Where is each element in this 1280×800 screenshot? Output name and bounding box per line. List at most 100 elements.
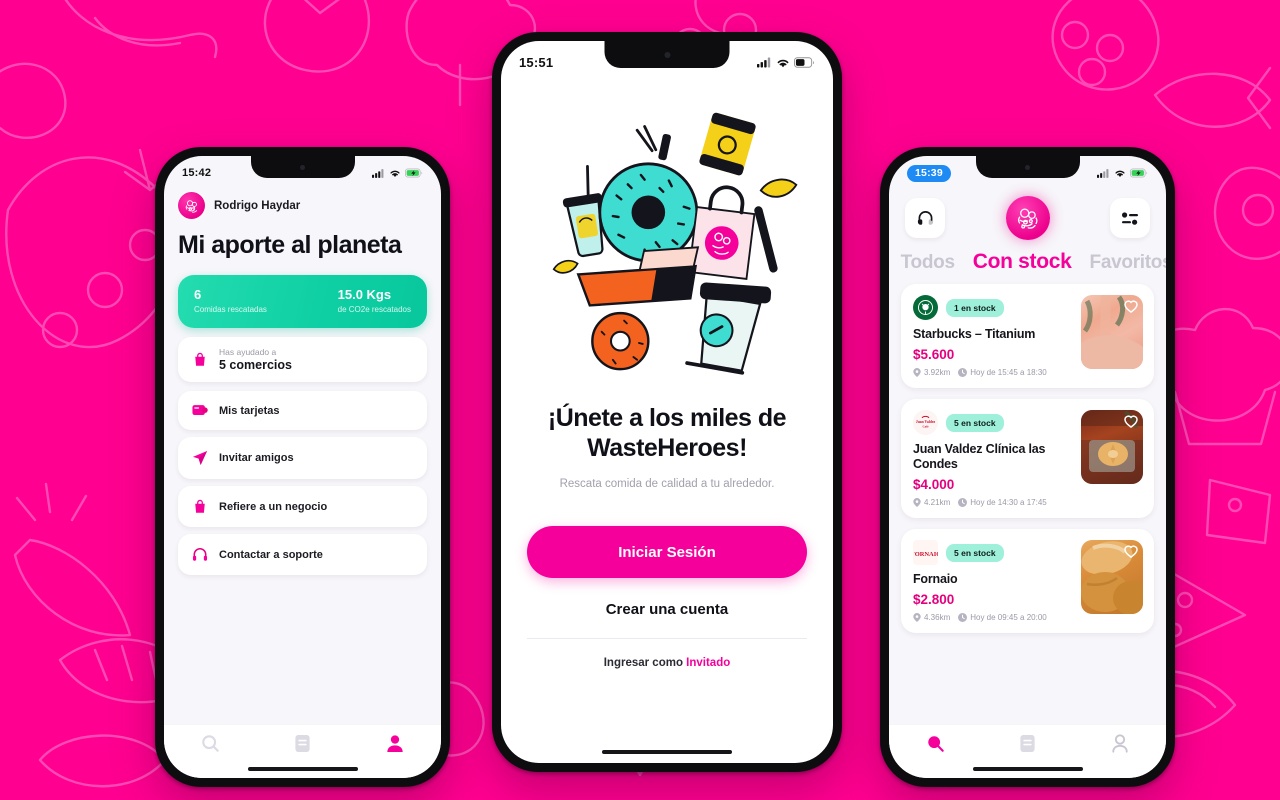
status-time-recording-pill: 15:39 xyxy=(907,164,951,182)
tab-search[interactable] xyxy=(201,734,220,758)
deal-meta: 4.36km Hoy de 09:45 a 20:00 xyxy=(913,613,1072,622)
home-indicator xyxy=(602,750,732,754)
filter-button[interactable] xyxy=(1110,198,1150,238)
screen-listing: 15:39 Todos Con stock Favoritos 1 en sto… xyxy=(889,156,1166,778)
menu-item-refer-business[interactable]: Refiere a un negocio xyxy=(178,486,427,528)
onboarding-headline: ¡Únete a los miles de WasteHeroes! xyxy=(547,404,787,462)
tab-profile[interactable] xyxy=(1111,734,1129,758)
pin-icon xyxy=(913,368,921,377)
fornaio-product-photo xyxy=(1081,540,1143,614)
tab-orders[interactable] xyxy=(294,734,311,758)
camera-icon xyxy=(1025,164,1030,170)
login-button[interactable]: Iniciar Sesión xyxy=(527,526,807,578)
guest-link[interactable]: Invitado xyxy=(686,657,730,669)
deal-price: $5.600 xyxy=(913,347,955,362)
clock-icon xyxy=(958,368,968,377)
deal-price: $4.000 xyxy=(913,477,955,492)
stat-co2-value: 15.0 Kgs xyxy=(337,287,392,302)
home-indicator xyxy=(972,767,1083,771)
phone-left-profile: 15:42 Rodrigo Haydar Mi aporte al planet… xyxy=(155,147,450,787)
stat-co2: 15.0 Kgs de CO2e rescatados xyxy=(337,287,411,315)
send-icon xyxy=(191,450,208,466)
headset-icon xyxy=(917,211,933,225)
heart-icon[interactable] xyxy=(1124,415,1138,433)
tab-con-stock[interactable]: Con stock xyxy=(973,250,1072,274)
heart-icon[interactable] xyxy=(1124,300,1138,318)
clock-icon xyxy=(958,613,968,622)
tab-profile[interactable] xyxy=(386,734,404,758)
guest-login-row[interactable]: Ingresar como Invitado xyxy=(527,657,807,669)
deals-list: 1 en stock Starbucks – Titanium $5.600 3… xyxy=(889,274,1166,724)
deal-name: Starbucks – Titanium xyxy=(913,327,1036,341)
wifi-icon xyxy=(390,170,400,178)
deal-window: Hoy de 09:45 a 20:00 xyxy=(958,613,1047,622)
deal-price: $2.800 xyxy=(913,592,955,607)
card-icon xyxy=(191,404,208,417)
helped-text: Has ayudado a 5 comercios xyxy=(219,347,292,372)
deal-distance: 4.36km xyxy=(913,613,950,622)
stock-badge: 1 en stock xyxy=(946,298,1004,317)
deal-window: Hoy de 14:30 a 17:45 xyxy=(958,498,1047,507)
battery-charging-icon xyxy=(1130,168,1148,178)
notch xyxy=(604,41,730,68)
tab-todos[interactable]: Todos xyxy=(901,252,955,274)
menu-item-cards[interactable]: Mis tarjetas xyxy=(178,391,427,431)
create-account-button[interactable]: Crear una cuenta xyxy=(527,601,807,639)
bag-icon xyxy=(191,352,208,367)
cellular-icon xyxy=(757,57,771,67)
stat-co2-label: de CO2e rescatados xyxy=(337,305,411,315)
deal-window: Hoy de 15:45 a 18:30 xyxy=(958,368,1047,377)
onboarding-subtitle: Rescata comida de calidad a tu alrededor… xyxy=(559,478,775,490)
deal-card[interactable]: Juan Valdez Café 5 en stock Juan Valdez C… xyxy=(901,399,1154,518)
helped-card[interactable]: Has ayudado a 5 comercios xyxy=(178,337,427,383)
user-row[interactable]: Rodrigo Haydar xyxy=(178,192,427,219)
svg-text:FORNAIO: FORNAIO xyxy=(914,550,938,557)
deal-meta: 4.21km Hoy de 14:30 a 17:45 xyxy=(913,498,1072,507)
food-items-illustration xyxy=(527,81,807,381)
menu-item-label: Invitar amigos xyxy=(219,452,294,465)
deal-meta: 3.92km Hoy de 15:45 a 18:30 xyxy=(913,368,1072,377)
deal-card[interactable]: FORNAIO 5 en stock Fornaio $2.800 4.36km xyxy=(901,529,1154,633)
tab-favoritos[interactable]: Favoritos xyxy=(1090,252,1166,274)
status-icons xyxy=(372,168,423,178)
menu-list: Mis tarjetas Invitar amigos Refiere a un… xyxy=(178,391,427,576)
filter-sliders-icon xyxy=(1122,211,1138,225)
menu-item-invite-friends[interactable]: Invitar amigos xyxy=(178,437,427,480)
starbucks-product-photo xyxy=(1081,295,1143,369)
headset-icon xyxy=(191,547,208,562)
notch xyxy=(250,156,355,178)
stat-meals: 6 Comidas rescatadas xyxy=(194,287,267,314)
deal-info: Juan Valdez Café 5 en stock Juan Valdez C… xyxy=(913,410,1072,507)
guest-prefix: Ingresar como xyxy=(603,657,687,669)
status-time: 15:42 xyxy=(182,167,212,179)
onboarding-body: ¡Únete a los miles de WasteHeroes! Resca… xyxy=(501,77,833,763)
support-button[interactable] xyxy=(905,198,945,238)
deal-info: 1 en stock Starbucks – Titanium $5.600 3… xyxy=(913,295,1072,377)
tab-search[interactable] xyxy=(926,734,945,758)
deal-header: FORNAIO 5 en stock xyxy=(913,540,1072,565)
status-time: 15:51 xyxy=(519,54,554,70)
screen-onboarding: 15:51 ¡Únete a los miles de WasteHeroes!… xyxy=(501,41,833,763)
deal-name: Fornaio xyxy=(913,572,958,586)
clock-icon xyxy=(958,498,968,507)
user-name: Rodrigo Haydar xyxy=(214,199,301,212)
deal-distance: 4.21km xyxy=(913,498,950,507)
battery-charging-icon xyxy=(405,168,423,178)
wifi-icon xyxy=(777,59,789,67)
deal-distance: 3.92km xyxy=(913,368,950,377)
phone-center-onboarding: 15:51 ¡Únete a los miles de WasteHeroes!… xyxy=(492,32,842,772)
cellular-icon xyxy=(1097,168,1109,178)
deal-card[interactable]: 1 en stock Starbucks – Titanium $5.600 3… xyxy=(901,284,1154,388)
deal-distance-text: 4.36km xyxy=(924,613,951,622)
stock-badge: 5 en stock xyxy=(946,413,1004,432)
phone-right-listing: 15:39 Todos Con stock Favoritos 1 en sto… xyxy=(880,147,1175,787)
category-tabs: Todos Con stock Favoritos xyxy=(889,250,1166,274)
svg-text:Café: Café xyxy=(923,424,930,428)
tab-orders[interactable] xyxy=(1019,734,1036,758)
deal-header: 1 en stock xyxy=(913,295,1072,320)
svg-text:Juan Valdez: Juan Valdez xyxy=(916,420,936,424)
menu-item-contact-support[interactable]: Contactar a soporte xyxy=(178,534,427,576)
heart-icon[interactable] xyxy=(1124,545,1138,563)
helped-subtitle: Has ayudado a xyxy=(219,347,277,358)
menu-item-label: Mis tarjetas xyxy=(219,404,280,417)
